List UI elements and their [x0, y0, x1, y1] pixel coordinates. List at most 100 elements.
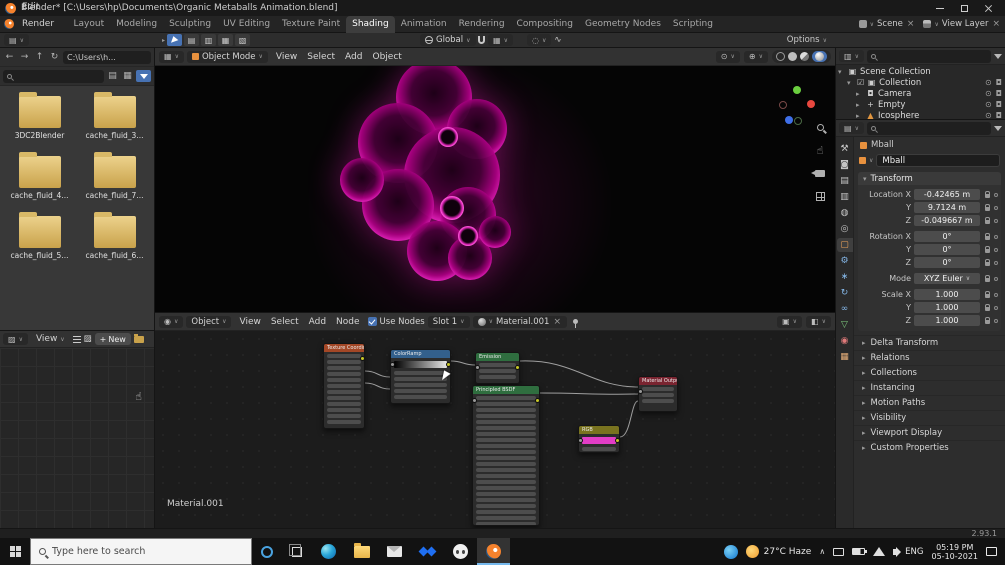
image-editor-canvas[interactable]: ☝ — [0, 348, 154, 528]
disclosure-arrow-icon[interactable]: ▾ — [838, 68, 845, 76]
new-image-button[interactable]: + New — [94, 333, 131, 345]
editor-type-selector[interactable]: ▤ ∨ — [4, 34, 29, 46]
tool-option-button[interactable]: ▤ — [184, 34, 200, 46]
workspace-tab-compositing[interactable]: Compositing — [511, 16, 579, 33]
node-rgb[interactable]: RGB — [578, 425, 620, 453]
property-field-scale-x[interactable]: 1.000 — [914, 289, 980, 300]
gizmos-dropdown[interactable]: ⊕ ∨ — [743, 50, 768, 63]
render-camera-icon[interactable]: ◘ — [996, 89, 1002, 98]
filter-toggle-button[interactable] — [136, 70, 151, 82]
property-field-z[interactable]: 1.000 — [914, 315, 980, 326]
lock-icon[interactable] — [983, 245, 991, 253]
volume-icon[interactable] — [893, 546, 902, 557]
unlink-view-layer-icon[interactable]: × — [991, 19, 1001, 29]
outliner-row-scene-collection[interactable]: ▾ ▣ Scene Collection — [836, 66, 1005, 77]
node-output-socket[interactable] — [515, 365, 519, 370]
node-input-socket[interactable] — [391, 362, 395, 367]
node-output-socket[interactable] — [446, 362, 450, 367]
properties-tab-render[interactable]: ◙ — [837, 158, 853, 172]
panel-collections[interactable]: ▸ Collections — [854, 365, 1005, 380]
file-search-field[interactable] — [3, 69, 104, 83]
node-output-socket[interactable] — [615, 438, 619, 443]
taskbar-app-mail[interactable] — [378, 538, 411, 565]
network-icon[interactable] — [873, 547, 886, 556]
menu-render[interactable]: Render — [16, 16, 64, 33]
property-field-y[interactable]: 9.7124 m — [914, 202, 980, 213]
object-name-field[interactable]: Mball — [876, 154, 1000, 167]
animate-dot-icon[interactable] — [994, 234, 998, 239]
workspace-tab-uv-editing[interactable]: UV Editing — [217, 16, 276, 33]
properties-tab-constraints[interactable]: ∞ — [837, 302, 853, 316]
panel-relations[interactable]: ▸ Relations — [854, 350, 1005, 365]
panel-delta-transform[interactable]: ▸ Delta Transform — [854, 335, 1005, 350]
outliner-search-field[interactable] — [866, 49, 991, 63]
parent-dir-icon[interactable]: ↑ — [33, 52, 46, 62]
folder-item[interactable]: cache_fluid_6... — [77, 212, 152, 260]
property-field-z[interactable]: -0.049667 m — [914, 215, 980, 226]
axis-y-icon[interactable] — [793, 86, 801, 94]
zoom-tool-button[interactable] — [813, 120, 827, 134]
shading-wireframe-icon[interactable] — [776, 52, 785, 61]
panel-motion-paths[interactable]: ▸ Motion Paths — [854, 395, 1005, 410]
minimize-button[interactable] — [928, 0, 952, 16]
taskbar-app-dropbox[interactable] — [411, 538, 444, 565]
falloff-curve-icon[interactable]: ∿ — [554, 35, 561, 45]
property-field-y[interactable]: 1.000 — [914, 302, 980, 313]
unlink-material-icon[interactable]: × — [552, 317, 562, 327]
workspace-tab-geometry-nodes[interactable]: Geometry Nodes — [579, 16, 667, 33]
taskbar-app-edge[interactable] — [312, 538, 345, 565]
lock-icon[interactable] — [983, 203, 991, 211]
properties-tab-particles[interactable]: ∗ — [837, 270, 853, 284]
properties-tab-object-data[interactable]: ▽ — [837, 318, 853, 332]
property-field-mode[interactable]: XYZ Euler ∨ — [914, 273, 980, 284]
editor-type-selector[interactable]: ▦ ∨ — [159, 50, 184, 63]
tool-option-button[interactable]: ▦ — [218, 34, 234, 46]
tray-app-icon[interactable] — [723, 544, 738, 559]
menu-burger-icon[interactable] — [72, 335, 81, 343]
workspace-tab-texture-paint[interactable]: Texture Paint — [276, 16, 346, 33]
properties-tab-object[interactable]: ▢ — [836, 238, 853, 252]
disclosure-arrow-icon[interactable]: ▸ — [856, 112, 863, 120]
panel-viewport-display[interactable]: ▸ Viewport Display — [854, 425, 1005, 440]
taskbar-search[interactable] — [30, 538, 252, 565]
property-field-z[interactable]: 0° — [914, 257, 980, 268]
node-principled-bsdf[interactable]: Principled BSDF — [472, 385, 540, 526]
search-input[interactable] — [52, 546, 243, 557]
transform-panel-header[interactable]: ▾ Transform — [858, 172, 1001, 185]
editor-type-selector[interactable]: ▤ ∨ — [839, 122, 864, 134]
lock-icon[interactable] — [983, 216, 991, 224]
properties-tab-modifiers[interactable]: ⚙ — [837, 254, 853, 268]
task-view-button[interactable] — [282, 538, 312, 565]
lock-icon[interactable] — [983, 190, 991, 198]
workspace-tab-scripting[interactable]: Scripting — [667, 16, 719, 33]
properties-search-field[interactable] — [866, 121, 991, 135]
node-input-socket[interactable] — [473, 398, 477, 403]
animate-dot-icon[interactable] — [994, 292, 998, 297]
properties-tab-material[interactable]: ◉ — [837, 334, 853, 348]
outliner-row-empty[interactable]: ▸ + Empty ⊙ ◘ — [836, 99, 1005, 110]
forward-icon[interactable]: → — [18, 52, 31, 62]
language-indicator[interactable]: ENG — [905, 547, 923, 557]
navigation-gizmo[interactable] — [777, 86, 817, 126]
filter-icon[interactable] — [994, 125, 1002, 131]
folder-item[interactable]: cache_fluid_4... — [2, 152, 77, 200]
image-view-menu[interactable]: View ∨ — [31, 334, 70, 344]
close-button[interactable] — [976, 0, 1000, 16]
menu-edit[interactable]: Edit — [16, 0, 64, 16]
shader-menu-select[interactable]: Select — [266, 317, 304, 327]
lock-icon[interactable] — [983, 274, 991, 282]
unlink-scene-icon[interactable]: × — [906, 19, 916, 29]
lock-icon[interactable] — [983, 258, 991, 266]
refresh-icon[interactable]: ↻ — [48, 52, 61, 62]
hide-eye-icon[interactable]: ⊙ — [985, 89, 992, 98]
node-texture-coordinate[interactable]: Texture Coordinate — [323, 343, 365, 429]
disclosure-arrow-icon[interactable]: ▸ — [856, 101, 863, 109]
disclosure-arrow-icon[interactable]: ▾ — [847, 79, 854, 87]
weather-widget[interactable]: 27°C Haze — [745, 545, 811, 558]
scene-selector[interactable]: ∨ Scene × — [858, 19, 916, 29]
property-field-location-x[interactable]: -0.42465 m — [914, 189, 980, 200]
node-material-output[interactable]: Material Output — [638, 376, 678, 412]
editor-type-selector[interactable]: ▥ ∨ — [839, 50, 864, 62]
tool-option-button[interactable]: ▥ — [201, 34, 217, 46]
shader-type-dropdown[interactable]: Object ∨ — [186, 315, 232, 328]
